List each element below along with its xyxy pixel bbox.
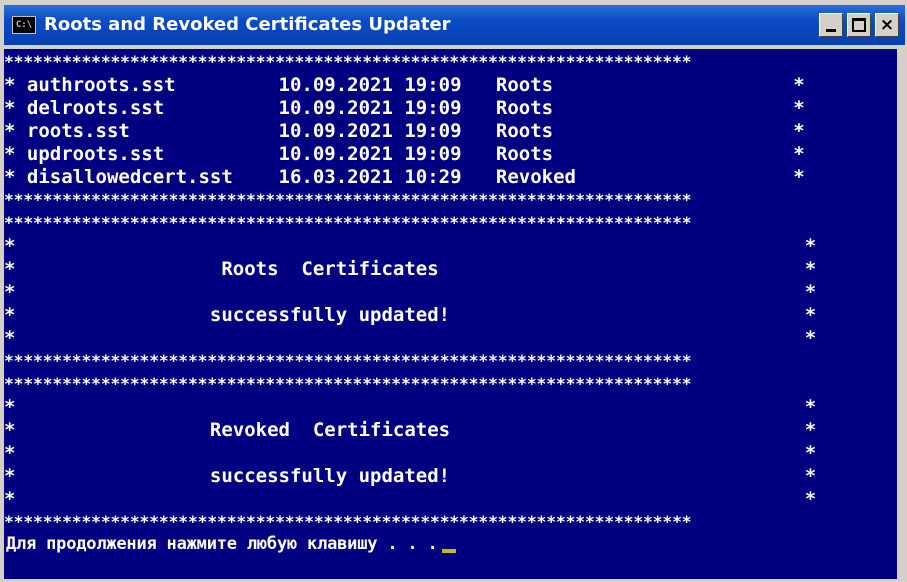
maximize-icon xyxy=(852,18,866,32)
console-line: * * xyxy=(4,396,817,418)
console-line: * Roots Certificates * xyxy=(4,258,817,280)
console-line: ****************************************… xyxy=(4,190,692,209)
console-line: ****************************************… xyxy=(4,374,692,393)
console-line: * successfully updated! * xyxy=(4,304,817,326)
minimize-icon xyxy=(826,29,836,32)
console-line: ****************************************… xyxy=(4,52,692,71)
continue-prompt-text: Для продолжения нажмите любую клавишу . … xyxy=(6,534,438,554)
minimize-button[interactable] xyxy=(819,13,843,37)
text-cursor xyxy=(441,549,456,553)
console-line: * Revoked Certificates * xyxy=(4,419,817,441)
console-line: * * xyxy=(4,327,817,349)
console-line: * successfully updated! * xyxy=(4,465,817,487)
console-line: * * xyxy=(4,281,817,303)
console-line: * * xyxy=(4,488,817,510)
console-line: * disallowedcert.sst 16.03.2021 10:29 Re… xyxy=(4,166,805,188)
console-line: * delroots.sst 10.09.2021 19:09 Roots * xyxy=(4,97,805,119)
console-line: ****************************************… xyxy=(4,351,692,370)
close-button[interactable]: × xyxy=(875,13,899,37)
console-line: * authroots.sst 10.09.2021 19:09 Roots * xyxy=(4,74,805,96)
title-bar[interactable]: C:\ Roots and Revoked Certificates Updat… xyxy=(4,5,905,45)
close-icon: × xyxy=(879,15,895,35)
console-line: * roots.sst 10.09.2021 19:09 Roots * xyxy=(4,120,805,142)
console-line: * updroots.sst 10.09.2021 19:09 Roots * xyxy=(4,143,805,165)
continue-prompt: Для продолжения нажмите любую клавишу . … xyxy=(6,533,456,555)
window-right-edge xyxy=(897,49,905,579)
console-line: * * xyxy=(4,235,817,257)
window-title: Roots and Revoked Certificates Updater xyxy=(44,14,451,35)
console-line: ****************************************… xyxy=(4,213,692,232)
console-window: C:\ Roots and Revoked Certificates Updat… xyxy=(0,0,907,582)
console-output[interactable]: ****************************************… xyxy=(4,49,897,579)
console-app-icon[interactable]: C:\ xyxy=(12,16,36,34)
console-line: * * xyxy=(4,442,817,464)
maximize-button[interactable] xyxy=(847,13,871,37)
console-line: ****************************************… xyxy=(4,512,692,531)
